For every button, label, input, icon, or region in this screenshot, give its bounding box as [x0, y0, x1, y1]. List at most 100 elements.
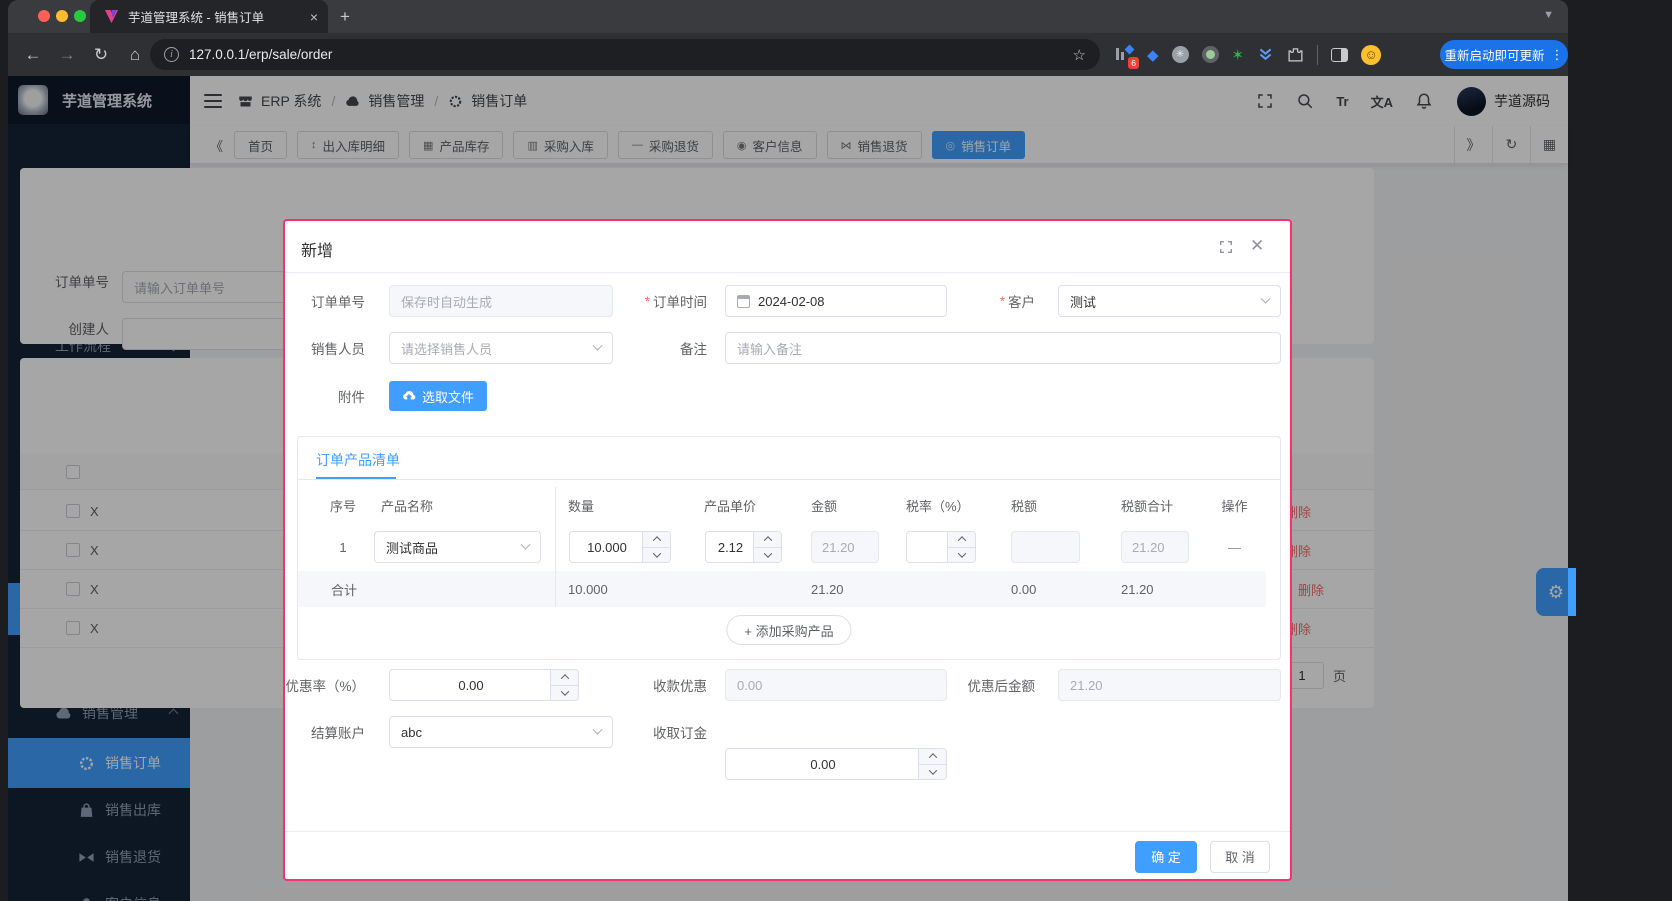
traffic-close-button[interactable]	[38, 10, 50, 22]
bookmark-star-icon[interactable]: ☆	[1073, 46, 1086, 64]
deposit-label: 收取订金	[615, 716, 719, 748]
url-text: 127.0.0.1/erp/sale/order	[189, 47, 332, 62]
extension-badge: 6	[1128, 57, 1139, 69]
url-bar[interactable]: i 127.0.0.1/erp/sale/order ☆	[150, 39, 1100, 70]
calendar-icon	[737, 295, 750, 308]
discount-rate-stepper[interactable]: 0.00	[389, 669, 579, 701]
remark-label: 备注	[615, 332, 719, 364]
order-time-picker[interactable]: 2024-02-08	[725, 285, 947, 317]
extension-stats-icon[interactable]: 6	[1116, 46, 1134, 64]
modal-fullscreen-icon[interactable]	[1218, 239, 1234, 255]
extension-icons: 6 ◆ ✳ ✶ ☺	[1116, 33, 1381, 76]
col-tax-total: 税额合计	[1108, 496, 1203, 515]
stepper-controls[interactable]	[918, 749, 946, 779]
site-info-icon[interactable]: i	[164, 47, 179, 62]
stepper-down-icon	[763, 549, 771, 557]
totals-tax: 0.00	[998, 582, 1108, 597]
totals-label: 合计	[318, 580, 368, 599]
profile-avatar[interactable]: ☺	[1361, 45, 1381, 65]
extension-drop-icon[interactable]: ◆	[1147, 46, 1159, 64]
product-select[interactable]: 测试商品	[374, 531, 541, 563]
salesperson-label: 销售人员	[285, 332, 377, 364]
qty-stepper[interactable]: 10.000	[569, 531, 671, 563]
col-amount: 金额	[798, 496, 893, 515]
extension-chevrons-icon[interactable]	[1257, 46, 1274, 63]
stepper-controls[interactable]	[642, 532, 670, 562]
stepper-down-icon	[928, 766, 936, 774]
order-time-label: *订单时间	[615, 285, 719, 317]
items-table-header: 序号 产品名称 数量 产品单价 金额 税率（%） 税额 税额合计 操作	[318, 487, 1266, 523]
chevron-down-icon	[1261, 293, 1271, 303]
confirm-button[interactable]: 确 定	[1135, 841, 1197, 873]
stepper-down-icon	[560, 687, 568, 695]
account-select[interactable]: abc	[389, 716, 613, 748]
totals-tax-total: 21.20	[1108, 582, 1203, 597]
tab-close-icon[interactable]: ×	[310, 9, 318, 25]
discount-rate-label: 优惠率（%）	[285, 669, 377, 701]
upload-file-button[interactable]: 选取文件	[389, 381, 487, 411]
row-op-dash: —	[1203, 540, 1266, 555]
extension-star-icon[interactable]: ✶	[1232, 46, 1245, 64]
browser-tab-strip: 芋道管理系统 - 销售订单 × + ▼	[8, 0, 1568, 33]
kebab-menu-icon[interactable]: ⋮	[1551, 47, 1564, 63]
required-asterisk: *	[645, 294, 650, 309]
home-icon[interactable]: ⌂	[118, 45, 152, 65]
col-tax-rate: 税率（%）	[893, 496, 998, 515]
back-icon[interactable]: ←	[16, 45, 50, 65]
items-table-row: 1 测试商品 10.000 2.12 21.20 21.20 —	[318, 523, 1266, 571]
totals-amount: 21.20	[798, 582, 893, 597]
customer-select[interactable]: 测试	[1058, 285, 1281, 317]
stepper-up-icon	[957, 536, 965, 544]
col-price: 产品单价	[691, 496, 798, 515]
chevron-down-icon	[593, 724, 603, 734]
extensions-puzzle-icon[interactable]	[1287, 46, 1304, 63]
reload-icon[interactable]: ↻	[84, 45, 118, 65]
chrome-update-label: 重新启动即可更新	[1444, 45, 1544, 64]
col-no: 序号	[318, 496, 368, 515]
traffic-minimize-button[interactable]	[56, 10, 68, 22]
deposit-stepper[interactable]: 0.00	[725, 748, 947, 780]
tax-rate-stepper[interactable]	[906, 531, 976, 563]
items-tab[interactable]: 订单产品清单	[316, 450, 400, 470]
customer-label: *客户	[940, 285, 1047, 317]
salesperson-select[interactable]: 请选择销售人员	[389, 332, 613, 364]
discount-amount-label: 收款优惠	[615, 669, 719, 701]
extension-wheel-icon[interactable]: ✳	[1172, 46, 1189, 63]
traffic-zoom-button[interactable]	[74, 10, 86, 22]
screen: 芋道管理系统 - 销售订单 × + ▼ ← → ↻ ⌂ i 127.0.0.1/…	[0, 0, 1672, 901]
stepper-controls[interactable]	[947, 532, 975, 562]
tab-search-chevron-icon[interactable]: ▼	[1543, 9, 1554, 21]
remark-input[interactable]: 请输入备注	[725, 332, 1281, 364]
items-table-totals: 合计 10.000 21.20 0.00 21.20	[298, 571, 1266, 607]
price-stepper[interactable]: 2.12	[705, 531, 782, 563]
browser-tab[interactable]: 芋道管理系统 - 销售订单 ×	[90, 0, 328, 33]
new-order-modal: 新增 ✕ 订单单号 保存时自动生成 *订单时间 2024-02-08 *客户 测…	[283, 219, 1292, 881]
account-label: 结算账户	[285, 716, 377, 748]
cancel-button[interactable]: 取 消	[1210, 841, 1270, 873]
side-panel-icon[interactable]	[1331, 48, 1348, 62]
add-product-button[interactable]: + 添加采购产品	[726, 615, 851, 645]
col-qty: 数量	[555, 496, 691, 515]
col-product: 产品名称	[368, 496, 555, 515]
discount-amount-input: 0.00	[725, 669, 947, 701]
extension-circle-icon[interactable]	[1202, 46, 1219, 63]
chevron-down-icon	[521, 539, 531, 549]
after-discount-label: 优惠后金额	[940, 669, 1047, 701]
order-no-input[interactable]: 保存时自动生成	[389, 285, 613, 317]
attachment-label: 附件	[285, 380, 377, 412]
stepper-up-icon	[928, 753, 936, 761]
stepper-controls[interactable]	[753, 532, 781, 562]
stepper-controls[interactable]	[550, 670, 578, 700]
modal-close-icon[interactable]: ✕	[1250, 236, 1266, 252]
amount-input: 21.20	[811, 531, 879, 563]
stepper-up-icon	[763, 536, 771, 544]
new-tab-icon[interactable]: +	[340, 7, 350, 27]
fixed-column-shadow	[555, 487, 556, 607]
chrome-update-button[interactable]: 重新启动即可更新 ⋮	[1440, 40, 1568, 69]
favicon	[104, 9, 119, 24]
stepper-up-icon	[560, 674, 568, 682]
forward-icon[interactable]: →	[50, 45, 84, 65]
upload-cloud-icon	[402, 389, 416, 403]
modal-footer: 确 定 取 消	[285, 831, 1290, 881]
stepper-up-icon	[652, 536, 660, 544]
